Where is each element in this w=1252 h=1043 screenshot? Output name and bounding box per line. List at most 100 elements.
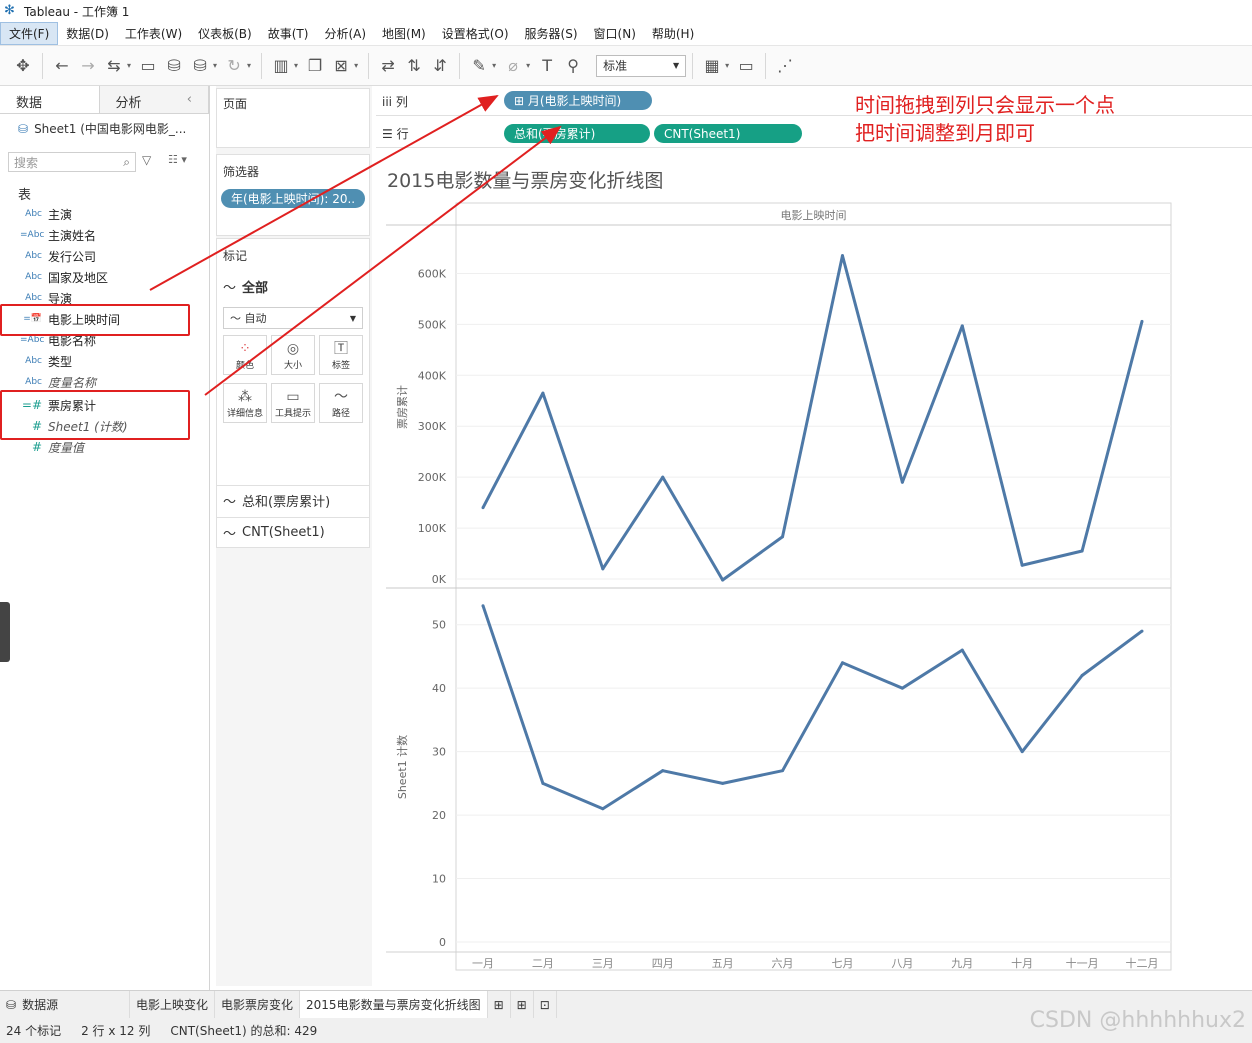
field-item[interactable]: Abc 发行公司 xyxy=(20,246,96,266)
tableau-home-icon[interactable]: ✥ xyxy=(10,53,36,79)
marks-measure2[interactable]: 〜 CNT(Sheet1) xyxy=(217,517,369,547)
field-item[interactable]: Abc 类型 xyxy=(20,351,72,371)
detail-button[interactable]: ⁂ 详细信息 xyxy=(223,383,267,423)
y-tick-label: 400K xyxy=(418,369,447,382)
field-item[interactable]: Abc 国家及地区 xyxy=(20,267,108,287)
tab-data[interactable]: 数据 xyxy=(0,86,100,113)
redo-icon[interactable]: → xyxy=(75,53,101,79)
datasource-item[interactable]: ⛁ Sheet1 (中国电影网电影_... xyxy=(18,120,186,137)
tab-sheet[interactable]: 电影票房变化 xyxy=(215,990,301,1019)
show-cards-icon[interactable]: ▦ xyxy=(699,53,725,79)
cards-pane: 页面 筛选器 年(电影上映时间): 20.. 标记 〜 全部 〜 自动 ▼ ⁘ 颜… xyxy=(216,86,372,986)
group-icon[interactable]: ⌀ xyxy=(500,53,526,79)
marks-measure1[interactable]: 〜 总和(票房累计) xyxy=(217,485,369,515)
sort-desc-icon[interactable]: ⇵ xyxy=(427,53,453,79)
menu-server[interactable]: 服务器(S) xyxy=(517,23,586,44)
menu-story[interactable]: 故事(T) xyxy=(260,23,317,44)
menu-help[interactable]: 帮助(H) xyxy=(644,23,702,44)
filters-card[interactable]: 筛选器 年(电影上映时间): 20.. xyxy=(216,154,370,236)
new-dashboard-icon[interactable]: ⊞ xyxy=(511,990,534,1019)
field-item[interactable]: Abc 主演 xyxy=(20,204,72,224)
menu-dashboard[interactable]: 仪表板(B) xyxy=(190,23,260,44)
label-button[interactable]: 🅃 标签 xyxy=(319,335,363,375)
menu-analysis[interactable]: 分析(A) xyxy=(316,23,374,44)
presentation-icon[interactable]: ▭ xyxy=(733,53,759,79)
filter-pill[interactable]: 年(电影上映时间): 20.. xyxy=(221,189,365,208)
x-tick-label: 七月 xyxy=(831,957,853,970)
side-handle[interactable] xyxy=(0,602,10,662)
duplicate-sheet-icon[interactable]: ❐ xyxy=(302,53,328,79)
pin-icon[interactable]: ⚲ xyxy=(560,53,586,79)
menu-map[interactable]: 地图(M) xyxy=(374,23,434,44)
tab-sheet[interactable]: 电影上映变化 xyxy=(130,990,216,1019)
x-tick-label: 四月 xyxy=(652,957,674,970)
size-button[interactable]: ◎ 大小 xyxy=(271,335,315,375)
menu-window[interactable]: 窗口(N) xyxy=(586,23,644,44)
data-point xyxy=(900,686,904,690)
menu-data[interactable]: 数据(D) xyxy=(58,23,117,44)
columns-pill[interactable]: ⊞ 月(电影上映时间) xyxy=(504,91,652,110)
labels-icon[interactable]: T xyxy=(534,53,560,79)
new-story-icon[interactable]: ⊡ xyxy=(534,990,557,1019)
line-chart[interactable]: 2015电影数量与票房变化折线图电影上映时间 0K 100K 200K 300K 400K… xyxy=(376,153,1252,983)
data-point xyxy=(1080,549,1084,553)
fit-select[interactable]: 标准 ▼ xyxy=(596,54,687,77)
collapse-icon[interactable]: ‹ xyxy=(187,92,192,107)
field-item[interactable]: =Abc 主演姓名 xyxy=(20,225,96,245)
share-icon[interactable]: ⋰ xyxy=(772,53,798,79)
new-datasource-icon[interactable]: ⛁ xyxy=(161,53,187,79)
rows-icon: ☰ xyxy=(382,127,397,141)
pages-card[interactable]: 页面 xyxy=(216,88,370,148)
sort-asc-icon[interactable]: ⇅ xyxy=(401,53,427,79)
data-point xyxy=(960,324,964,328)
tab-analysis-label: 分析 xyxy=(115,96,142,111)
search-box[interactable]: 搜索 ⌕ xyxy=(8,152,136,172)
menu-format[interactable]: 设置格式(O) xyxy=(434,23,517,44)
view-options-icon[interactable]: ☷ ▾ xyxy=(168,153,187,166)
field-item-measure[interactable]: # 度量值 xyxy=(20,437,84,457)
refresh-icon[interactable]: ↻ xyxy=(221,53,247,79)
data-point xyxy=(601,567,605,571)
data-point xyxy=(781,535,785,539)
menu-worksheet[interactable]: 工作表(W) xyxy=(117,23,190,44)
save-icon[interactable]: ▭ xyxy=(135,53,161,79)
tab-analysis[interactable]: 分析 ‹ xyxy=(99,86,209,113)
data-point xyxy=(721,578,725,582)
tab-sheet-active[interactable]: 2015电影数量与票房变化折线图 xyxy=(300,990,488,1019)
mark-type-value: 〜 自动 xyxy=(230,312,267,325)
columns-shelf[interactable]: iii 列 ⊞ 月(电影上映时间) xyxy=(376,86,1252,116)
new-worksheet-icon[interactable]: ▥ xyxy=(268,53,294,79)
path-button[interactable]: 〜路径 xyxy=(319,383,363,423)
fit-select-value: 标准 xyxy=(603,59,628,73)
status-sum: CNT(Sheet1) 的总和: 429 xyxy=(170,1024,318,1038)
x-axis-title: 电影上映时间 xyxy=(781,209,847,222)
x-tick-label: 九月 xyxy=(951,957,973,970)
highlight-icon[interactable]: ✎ xyxy=(466,53,492,79)
line-icon: 〜 xyxy=(223,495,237,510)
new-worksheet-icon[interactable]: ⊞ xyxy=(488,990,511,1019)
mark-type-select[interactable]: 〜 自动 ▼ xyxy=(223,307,363,329)
tooltip-button[interactable]: ▭ 工具提示 xyxy=(271,383,315,423)
replay-icon[interactable]: ⇆ xyxy=(101,53,127,79)
clear-sheet-icon[interactable]: ⊠ xyxy=(328,53,354,79)
swap-icon[interactable]: ⇄ xyxy=(375,53,401,79)
chevron-down-icon: ▼ xyxy=(349,313,356,323)
rows-shelf[interactable]: ☰ 行 总和(票房累计) CNT(Sheet1) xyxy=(376,118,1252,148)
y-tick-label: 30 xyxy=(432,746,446,759)
rows-pill-1[interactable]: 总和(票房累计) xyxy=(504,124,650,143)
annotation: 时间拖拽到列只会显示一个点 把时间调整到月即可 xyxy=(855,91,1115,147)
menu-file[interactable]: 文件(F) xyxy=(0,22,59,45)
annotation-line-2: 把时间调整到月即可 xyxy=(855,121,1035,145)
rows-pill-2[interactable]: CNT(Sheet1) xyxy=(654,124,802,143)
marks-all[interactable]: 〜 全部 xyxy=(223,277,268,296)
tab-datasource[interactable]: ⛁ 数据源 xyxy=(0,990,130,1019)
color-button[interactable]: ⁘ 颜色 xyxy=(223,335,267,375)
pause-update-icon[interactable]: ⛁ xyxy=(187,53,213,79)
x-tick-label: 六月 xyxy=(772,957,794,970)
y-tick-label: 200K xyxy=(418,471,447,484)
size-icon: ◎ xyxy=(286,340,300,357)
chevron-down-icon: ▼ xyxy=(672,61,680,70)
filter-icon[interactable]: ▽ xyxy=(142,153,151,167)
undo-icon[interactable]: ← xyxy=(49,53,75,79)
field-item[interactable]: Abc 度量名称 xyxy=(20,372,96,392)
